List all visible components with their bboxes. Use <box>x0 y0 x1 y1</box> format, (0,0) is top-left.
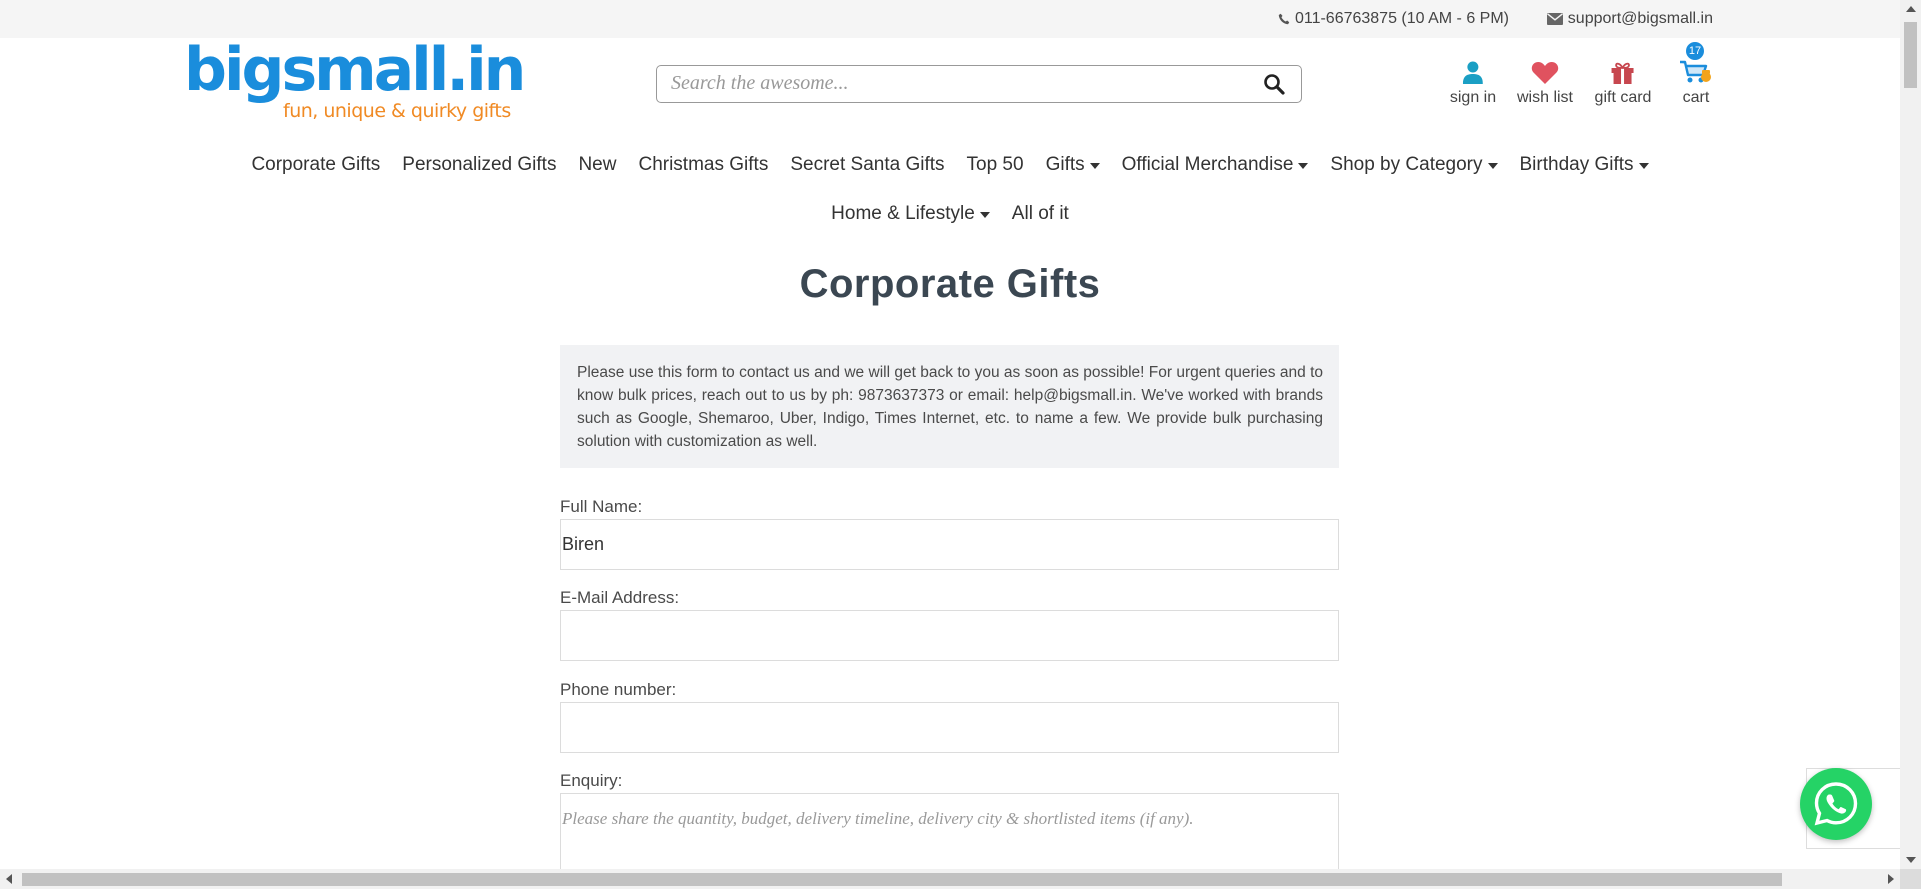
nav-item-christmas-gifts[interactable]: Christmas Gifts <box>638 154 768 176</box>
phone-input[interactable] <box>560 702 1339 753</box>
full-name-group: Full Name: <box>560 497 1339 570</box>
nav-item-all-of-it[interactable]: All of it <box>1012 203 1069 225</box>
email-contact[interactable]: support@bigsmall.in <box>1546 10 1713 28</box>
vertical-scroll-thumb[interactable] <box>1904 22 1917 88</box>
top-contact-bar: 011-66763875 (10 AM - 6 PM) support@bigs… <box>0 0 1900 38</box>
caret-down-icon <box>1487 162 1498 169</box>
sign-in-link[interactable]: sign in <box>1450 57 1496 107</box>
caret-down-icon <box>1638 162 1649 169</box>
phone-label: Phone number: <box>560 680 677 699</box>
full-name-label: Full Name: <box>560 497 643 516</box>
scroll-left-arrow-icon[interactable] <box>6 874 12 884</box>
site-logo[interactable]: bigsmall.in fun, unique & quirky gifts <box>184 35 526 126</box>
envelope-icon <box>1546 13 1563 25</box>
nav-item-shop-by-category[interactable]: Shop by Category <box>1330 154 1498 176</box>
logo-wordmark: bigsmall.in <box>184 35 526 105</box>
cart-label: cart <box>1682 89 1710 106</box>
caret-down-icon <box>979 211 990 218</box>
cart-link[interactable]: 17 cart <box>1679 40 1713 107</box>
nav-item-gifts[interactable]: Gifts <box>1046 154 1100 176</box>
nav-item-birthday-gifts[interactable]: Birthday Gifts <box>1520 154 1649 176</box>
email-input[interactable] <box>560 610 1339 661</box>
whatsapp-chat-button[interactable] <box>1800 768 1872 840</box>
page-title: Corporate Gifts <box>799 262 1101 306</box>
email-text: support@bigsmall.in <box>1567 10 1713 27</box>
search-box <box>656 65 1302 103</box>
vertical-scrollbar[interactable] <box>1900 0 1921 869</box>
logo-tagline: fun, unique & quirky gifts <box>283 100 511 122</box>
nav-item-secret-santa-gifts[interactable]: Secret Santa Gifts <box>790 154 944 176</box>
phone-text: 011-66763875 (10 AM - 6 PM) <box>1294 10 1509 27</box>
email-label: E-Mail Address: <box>560 588 680 607</box>
heart-icon <box>1531 62 1559 84</box>
horizontal-scroll-thumb[interactable] <box>22 873 1782 886</box>
gift-icon <box>1611 62 1634 84</box>
enquiry-label: Enquiry: <box>560 771 623 790</box>
nav-item-corporate-gifts[interactable]: Corporate Gifts <box>251 154 380 176</box>
nav-item-official-merchandise[interactable]: Official Merchandise <box>1122 154 1309 176</box>
nav-item-new[interactable]: New <box>578 154 616 176</box>
nav-item-personalized-gifts[interactable]: Personalized Gifts <box>402 154 556 176</box>
gift-card-label: gift card <box>1594 89 1652 106</box>
wish-list-label: wish list <box>1516 89 1574 106</box>
user-icon <box>1463 61 1483 84</box>
cart-count-badge: 17 <box>1684 40 1706 62</box>
phone-icon <box>1278 13 1290 25</box>
full-name-input[interactable] <box>560 519 1339 570</box>
main-nav: Corporate Gifts Personalized Gifts New C… <box>0 140 1900 238</box>
search-input[interactable] <box>671 66 1231 100</box>
scrollbar-corner <box>1900 869 1921 889</box>
scroll-right-arrow-icon[interactable] <box>1888 874 1894 884</box>
gift-card-link[interactable]: gift card <box>1594 57 1652 107</box>
whatsapp-icon <box>1814 782 1858 826</box>
horizontal-scrollbar[interactable] <box>0 869 1900 889</box>
scroll-up-arrow-icon[interactable] <box>1906 6 1916 12</box>
phone-contact[interactable]: 011-66763875 (10 AM - 6 PM) <box>1278 10 1509 28</box>
caret-down-icon <box>1298 162 1309 169</box>
wish-list-link[interactable]: wish list <box>1517 57 1573 107</box>
info-notice: Please use this form to contact us and w… <box>560 345 1339 468</box>
sign-in-label: sign in <box>1449 89 1497 106</box>
nav-item-home-lifestyle[interactable]: Home & Lifestyle <box>831 203 990 225</box>
phone-group: Phone number: <box>560 680 1339 753</box>
nav-row-1: Corporate Gifts Personalized Gifts New C… <box>0 140 1900 189</box>
cart-icon <box>1680 60 1711 83</box>
search-icon[interactable] <box>1263 73 1285 95</box>
scroll-down-arrow-icon[interactable] <box>1906 857 1916 863</box>
nav-item-top-50[interactable]: Top 50 <box>967 154 1024 176</box>
nav-row-2: Home & Lifestyle All of it <box>0 189 1900 238</box>
caret-down-icon <box>1089 162 1100 169</box>
email-group: E-Mail Address: <box>560 588 1339 661</box>
enquiry-group: Enquiry: <box>560 771 1339 883</box>
